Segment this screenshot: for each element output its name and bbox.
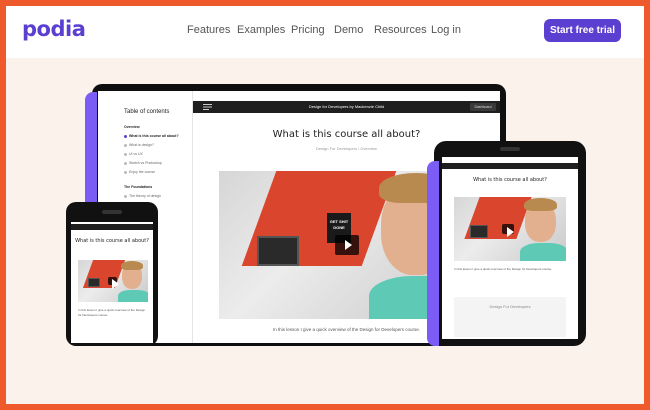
tablet-lesson-heading: What is this course all about? [473,177,547,183]
toc-title: Table of contents [124,109,170,115]
toc-section-overview: Overview [124,125,140,129]
video-hair [121,261,143,270]
video-shirt [520,243,566,261]
toc-item-label: What is design? [129,143,154,147]
toc-item-label: Sketch vs Photoshop [129,161,162,165]
nav-demo[interactable]: Demo [334,24,363,36]
tablet-camera [500,147,520,151]
play-icon[interactable] [502,224,514,237]
toc-item[interactable]: UI vs UX [124,152,143,156]
tablet-mockup: What is this course all about? In this l… [427,141,586,346]
toc-item-label: The theory of design [129,194,161,198]
play-icon[interactable] [108,277,119,289]
phone-screen: What is this course all about? In this l… [71,222,153,343]
toc-item[interactable]: What is this course all about? [124,134,179,138]
tablet-topbar [442,163,578,169]
site-header: podia Features Examples Pricing Demo Res… [6,6,644,58]
toc-item-label: Enjoy the course [129,170,156,174]
toc-item[interactable]: What is design? [124,143,154,147]
start-free-trial-button[interactable]: Start free trial [544,19,621,42]
toc-item[interactable]: Sketch vs Photoshop [124,161,162,165]
nav-features[interactable]: Features [187,24,230,36]
tablet-lesson-video[interactable] [454,197,566,261]
phone-lesson-video[interactable] [78,260,148,302]
dashboard-button[interactable]: Dashboard [470,103,496,111]
tablet-lesson-description: In this lesson I give a quick overview o… [454,267,553,271]
nav-login[interactable]: Log in [431,24,461,36]
toc-item-label: UI vs UX [129,152,143,156]
toc-item[interactable]: The theory of design [124,194,161,198]
nav-pricing[interactable]: Pricing [291,24,325,36]
nav-resources[interactable]: Resources [374,24,427,36]
video-monitor [470,225,488,238]
phone-mockup: What is this course all about? In this l… [66,202,158,346]
video-shirt [118,290,148,302]
video-monitor [88,278,100,287]
landing-page: podia Features Examples Pricing Demo Res… [6,6,644,404]
phone-lesson-heading: What is this course all about? [75,238,149,244]
play-icon[interactable] [335,235,359,255]
nav-examples[interactable]: Examples [237,24,285,36]
course-title: Design for Developers by Mackenzie Child [308,104,385,109]
toc-item[interactable]: Enjoy the course [124,170,155,174]
tablet-accent-edge [427,161,439,346]
tablet-screen: What is this course all about? In this l… [442,157,578,339]
toc-section-foundations: The Foundations [124,185,153,189]
toc-item-label: What is this course all about? [129,134,179,138]
phone-camera [102,210,122,214]
tablet-footer: Design For Developers [454,297,566,337]
video-hair [524,198,557,211]
phone-topbar [71,224,153,230]
course-topbar: Design for Developers by Mackenzie Child… [193,101,500,113]
phone-lesson-description: In this lesson I give a quick overview o… [78,308,146,317]
lesson-heading: What is this course all about? [272,129,421,140]
podia-logo[interactable]: podia [22,17,86,41]
video-monitor [257,236,299,266]
